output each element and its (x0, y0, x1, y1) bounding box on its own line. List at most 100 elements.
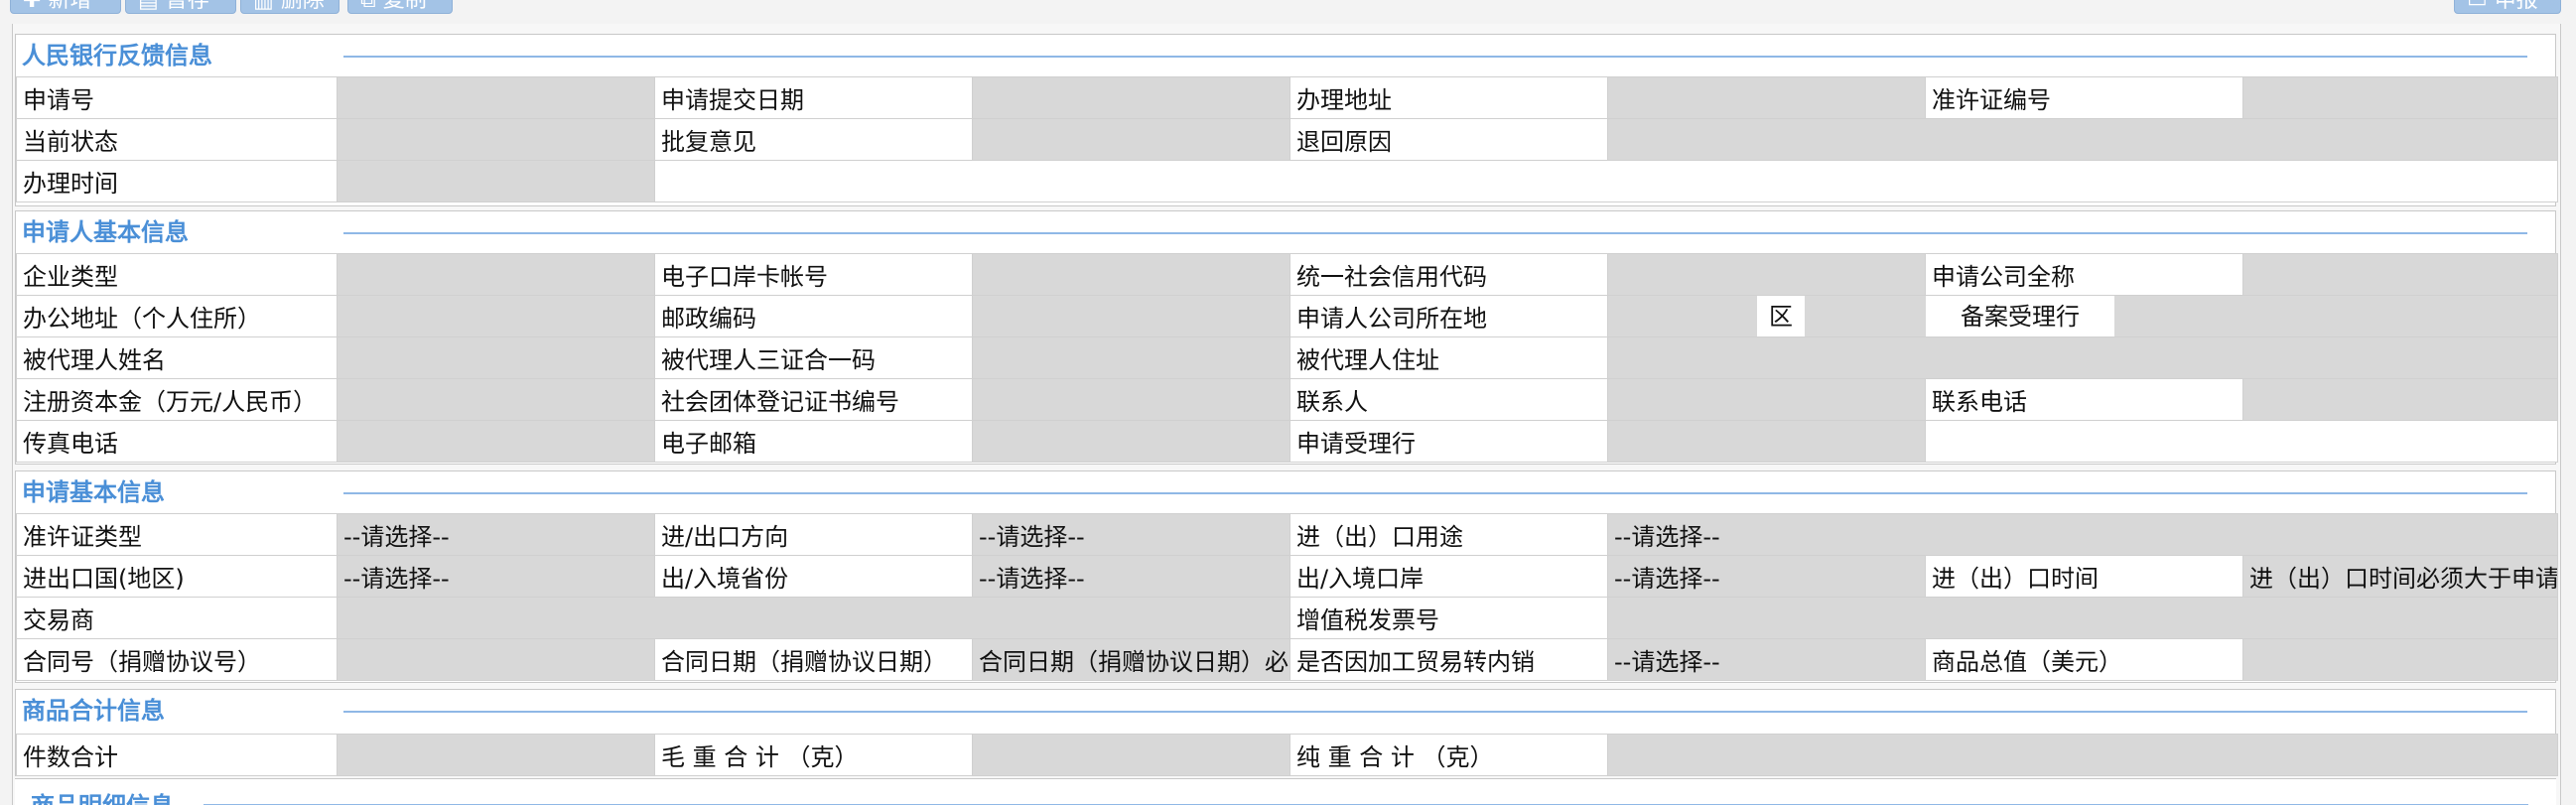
io-time-label: 进（出）口时间 (1925, 555, 2243, 598)
trader-label: 交易商 (16, 597, 338, 639)
copy-button[interactable]: ⧉ 复制 (347, 0, 453, 14)
email-field[interactable] (972, 420, 1290, 463)
port-select[interactable]: --请选择-- (1607, 555, 1926, 598)
permit-type-label: 准许证类型 (16, 513, 338, 556)
section-application: 申请基本信息 准许证类型 --请选择-- 进/出口方向 --请选择-- 进（出）… (15, 470, 2559, 683)
contact-phone-field[interactable] (2242, 378, 2558, 421)
processing-trade-label: 是否因加工贸易转内销 (1289, 638, 1608, 681)
table-row: 注册资本金（万元/人民币） 社会团体登记证书编号 联系人 联系电话 (16, 378, 2558, 421)
province-select[interactable]: --请选择-- (972, 555, 1290, 598)
enterprise-type-field[interactable] (337, 253, 655, 296)
table-row: 申请号 申请提交日期 办理地址 准许证编号 (16, 76, 2558, 119)
agent-license-label: 被代理人三证合一码 (654, 336, 973, 379)
country-select[interactable]: --请选择-- (337, 555, 655, 598)
add-button[interactable]: ✚ 新增 (10, 0, 121, 14)
section-divider (343, 492, 2527, 494)
country-label: 进出口国(地区) (16, 555, 338, 598)
report-button[interactable]: ▭ 申报 (2454, 0, 2561, 14)
permit-type-select[interactable]: --请选择-- (337, 513, 655, 556)
handling-time-label: 办理时间 (16, 160, 338, 202)
section-goods-total: 商品合计信息 件数合计 毛 重 合 计 （克） 纯 重 合 计 （克） (15, 689, 2559, 776)
section-goods-detail: 商品明细信息 (15, 778, 2556, 805)
contact-phone-label: 联系电话 (1925, 378, 2243, 421)
postal-code-field[interactable] (972, 295, 1290, 337)
empty-cell (654, 160, 2558, 202)
processing-trade-select[interactable]: --请选择-- (1607, 638, 1926, 681)
approval-opinion-label: 批复意见 (654, 118, 973, 161)
bank-feedback-grid: 申请号 申请提交日期 办理地址 准许证编号 当前状态 批复意见 退回原因 办理时… (16, 76, 2558, 202)
section-title: 商品合计信息 (22, 697, 165, 725)
section-bank-feedback: 人民银行反馈信息 申请号 申请提交日期 办理地址 准许证编号 当前状态 批复意见… (15, 34, 2558, 206)
social-org-cert-field[interactable] (972, 378, 1290, 421)
port-label: 出/入境口岸 (1289, 555, 1608, 598)
direction-label: 进/出口方向 (654, 513, 973, 556)
table-row: 件数合计 毛 重 合 计 （克） 纯 重 合 计 （克） (16, 734, 2559, 776)
trader-field[interactable] (337, 597, 1290, 639)
application-no-value (337, 76, 655, 119)
accepting-bank-label: 申请受理行 (1289, 420, 1608, 463)
district-label: 区 (1757, 296, 1805, 336)
submit-date-label: 申请提交日期 (654, 76, 973, 119)
net-weight-field[interactable] (1606, 734, 2559, 776)
agent-name-field[interactable] (337, 336, 655, 379)
net-weight-label: 纯 重 合 计 （克） (1289, 734, 1608, 776)
fax-field[interactable] (337, 420, 655, 463)
section-divider (343, 711, 2527, 713)
vat-invoice-field[interactable] (1606, 597, 2559, 639)
record-bank-label: 备案受理行 (1926, 296, 2114, 336)
current-status-value (337, 118, 655, 161)
table-row: 办理时间 (16, 160, 2558, 202)
permit-no-value (2242, 76, 2558, 119)
piece-count-field[interactable] (337, 734, 655, 776)
eport-card-field[interactable] (972, 253, 1290, 296)
current-status-label: 当前状态 (16, 118, 338, 161)
company-name-field[interactable] (2242, 253, 2558, 296)
table-row: 办公地址（个人住所） 邮政编码 申请人公司所在地 区 备案受理行 (16, 295, 2558, 337)
handling-address-label: 办理地址 (1289, 76, 1608, 119)
total-value-field[interactable] (2241, 638, 2559, 681)
registered-capital-field[interactable] (337, 378, 655, 421)
contract-date-input[interactable]: 合同日期（捐赠协议日期）必须小于申请提交日期 (972, 638, 1290, 681)
company-location-label: 申请人公司所在地 (1289, 295, 1608, 337)
return-reason-value (1607, 118, 2558, 161)
contact-person-label: 联系人 (1289, 378, 1608, 421)
table-row: 交易商 增值税发票号 (16, 597, 2559, 639)
table-row: 企业类型 电子口岸卡帐号 统一社会信用代码 申请公司全称 (16, 253, 2558, 296)
application-no-label: 申请号 (16, 76, 338, 119)
section-title: 人民银行反馈信息 (22, 42, 212, 69)
save-icon: ▤ (138, 0, 159, 13)
section-title: 商品明细信息 (31, 791, 174, 805)
contact-person-field[interactable] (1607, 378, 1926, 421)
agent-address-field[interactable] (1607, 336, 2558, 379)
office-address-label: 办公地址（个人住所） (16, 295, 338, 337)
agent-license-field[interactable] (972, 336, 1290, 379)
return-reason-label: 退回原因 (1289, 118, 1608, 161)
contract-date-label: 合同日期（捐赠协议日期） (654, 638, 973, 681)
company-location-field[interactable]: 区 备案受理行 (1607, 295, 2558, 337)
section-divider (343, 232, 2527, 234)
province-label: 出/入境省份 (654, 555, 973, 598)
io-time-input[interactable]: 进（出）口时间必须大于申请提交日期 (2241, 555, 2559, 598)
purpose-label: 进（出）口用途 (1289, 513, 1608, 556)
social-org-cert-label: 社会团体登记证书编号 (654, 378, 973, 421)
credit-code-field[interactable] (1607, 253, 1926, 296)
empty-cell (1925, 420, 2558, 463)
purpose-select[interactable]: --请选择-- (1606, 513, 2559, 556)
table-row: 进出口国(地区) --请选择-- 出/入境省份 --请选择-- 出/入境口岸 -… (16, 555, 2559, 598)
section-divider (343, 56, 2527, 58)
delete-button[interactable]: ▥ 删除 (240, 0, 339, 14)
postal-code-label: 邮政编码 (654, 295, 973, 337)
gross-weight-field[interactable] (972, 734, 1290, 776)
save-button[interactable]: ▤ 暂存 (125, 0, 236, 14)
agent-address-label: 被代理人住址 (1289, 336, 1608, 379)
direction-select[interactable]: --请选择-- (972, 513, 1290, 556)
email-label: 电子邮箱 (654, 420, 973, 463)
total-value-label: 商品总值（美元） (1925, 638, 2243, 681)
report-icon: ▭ (2467, 0, 2488, 13)
office-address-field[interactable] (337, 295, 655, 337)
enterprise-type-label: 企业类型 (16, 253, 338, 296)
contract-no-field[interactable] (337, 638, 655, 681)
accepting-bank-field[interactable] (1607, 420, 1926, 463)
fax-label: 传真电话 (16, 420, 338, 463)
vat-invoice-label: 增值税发票号 (1289, 597, 1608, 639)
